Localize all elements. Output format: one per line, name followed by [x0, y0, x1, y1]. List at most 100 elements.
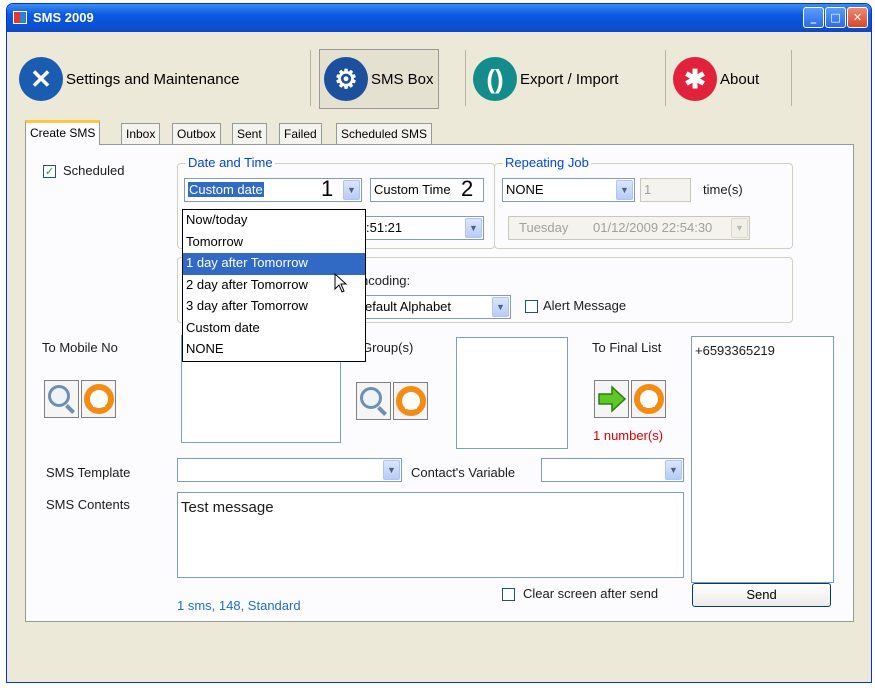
chevron-down-icon[interactable]: ▼ — [383, 460, 400, 480]
about-label: About — [720, 70, 760, 88]
search-icon — [359, 387, 382, 409]
settings-maintenance-button[interactable]: ✕ Settings and Maintenance — [19, 49, 239, 109]
send-button[interactable]: Send — [692, 583, 831, 607]
refresh-icon — [83, 384, 114, 414]
sms-contents-textarea[interactable]: Test message — [177, 492, 684, 578]
to-mobile-label: To Mobile No — [42, 340, 118, 355]
repeat-datetime-picker[interactable]: Tuesday 01/12/2009 22:54:30 ▼ — [508, 216, 750, 240]
main-toolbar: ✕ Settings and Maintenance ⚙ SMS Box () … — [7, 32, 871, 116]
to-final-list-label: To Final List — [592, 340, 662, 355]
scheduled-label: Scheduled — [63, 163, 125, 178]
gear-icon: ⚙ — [324, 57, 368, 101]
contacts-variable-label: Contact's Variable — [411, 465, 516, 480]
time-clock-select[interactable]: :51:21 ▼ — [361, 216, 484, 240]
sms-box-label: SMS Box — [371, 70, 434, 88]
close-button[interactable]: ✕ — [847, 7, 868, 28]
date-option-highlighted[interactable]: 1 day after Tomorrow — [183, 253, 365, 275]
clear-screen-label: Clear screen after send — [523, 586, 659, 601]
refresh-group-button[interactable] — [393, 382, 428, 420]
export-import-button[interactable]: () Export / Import — [473, 49, 618, 109]
scheduled-checkbox[interactable]: ✓ — [43, 165, 56, 178]
chevron-down-icon[interactable]: ▼ — [731, 218, 748, 238]
clear-screen-checkbox[interactable] — [502, 588, 515, 601]
alert-message-checkbox[interactable] — [525, 300, 538, 313]
search-group-button[interactable] — [356, 382, 391, 420]
title-bar: SMS 2009 _ □ ✕ — [7, 4, 871, 32]
time-select-value: Custom Time — [374, 182, 451, 197]
encoding-select-value: efault Alphabet — [365, 299, 452, 314]
window-title: SMS 2009 — [33, 10, 94, 25]
repeat-count-value: 1 — [644, 182, 652, 197]
chevron-down-icon[interactable]: ▼ — [492, 297, 509, 317]
sms-template-label: SMS Template — [46, 465, 131, 480]
chevron-down-icon[interactable]: ▼ — [343, 180, 360, 200]
contacts-variable-select[interactable]: ▼ — [541, 458, 684, 482]
repeat-datetime-value: 01/12/2009 22:54:30 — [593, 220, 713, 235]
tab-inbox[interactable]: Inbox — [121, 123, 161, 144]
tools-icon: ✕ — [19, 57, 63, 101]
export-import-label: Export / Import — [520, 70, 619, 88]
date-option[interactable]: 3 day after Tomorrow — [183, 296, 365, 318]
tab-failed[interactable]: Failed — [279, 123, 322, 144]
create-sms-panel: ✓ Scheduled Date and Time Custom date 1 … — [25, 144, 854, 622]
date-select[interactable]: Custom date 1 ▼ — [184, 176, 362, 202]
search-icon — [47, 385, 70, 407]
date-option[interactable]: NONE — [183, 339, 365, 361]
date-option[interactable]: Custom date — [183, 318, 365, 340]
app-icon — [13, 11, 27, 24]
maximize-button[interactable]: □ — [825, 7, 846, 28]
final-count: 1 number(s) — [593, 428, 664, 443]
sms-box-button[interactable]: ⚙ SMS Box — [319, 49, 439, 109]
toolbar-divider — [465, 50, 466, 106]
sms-contents-label: SMS Contents — [46, 497, 130, 512]
add-to-final-button[interactable] — [594, 380, 629, 418]
sms-contents-value: Test message — [181, 499, 274, 516]
search-mobile-button[interactable] — [44, 380, 79, 418]
date-time-group-title: Date and Time — [186, 155, 275, 170]
final-list-item[interactable]: +6593365219 — [695, 343, 775, 358]
minimize-button[interactable]: _ — [803, 7, 824, 28]
encoding-label: ncoding: — [361, 273, 411, 288]
refresh-final-button[interactable] — [631, 380, 666, 418]
refresh-icon — [633, 384, 664, 414]
encoding-select[interactable]: efault Alphabet ▼ — [361, 295, 511, 319]
alert-message-label: Alert Message — [543, 298, 627, 313]
group-list[interactable] — [456, 337, 568, 449]
tab-scheduled-sms[interactable]: Scheduled SMS — [336, 123, 433, 144]
refresh-icon — [395, 386, 426, 416]
toolbar-divider — [665, 50, 666, 106]
repeating-job-group-title: Repeating Job — [503, 155, 591, 170]
repeat-select-value: NONE — [506, 182, 544, 197]
chevron-down-icon[interactable]: ▼ — [665, 460, 682, 480]
sms-template-select[interactable]: ▼ — [177, 458, 402, 482]
toolbar-divider — [791, 50, 792, 106]
about-icon: ✱ — [673, 57, 717, 101]
repeat-day-value: Tuesday — [519, 220, 569, 235]
arrow-right-icon — [597, 385, 626, 413]
sync-icon: () — [473, 57, 517, 101]
date-select-value: Custom date — [188, 182, 264, 197]
tab-create-sms[interactable]: Create SMS — [25, 120, 101, 145]
tab-sent[interactable]: Sent — [232, 123, 267, 144]
tab-outbox[interactable]: Outbox — [172, 123, 221, 144]
repeat-select[interactable]: NONE ▼ — [502, 178, 635, 202]
repeat-unit-label: time(s) — [703, 182, 743, 197]
date-marker: 1 — [321, 176, 334, 201]
time-marker: 2 — [461, 176, 474, 201]
time-select[interactable]: Custom Time 2 — [370, 176, 484, 202]
status-text: 1 sms, 148, Standard — [177, 598, 301, 613]
time-clock-value: :51:21 — [366, 220, 403, 235]
refresh-mobile-button[interactable] — [81, 380, 116, 418]
app-window: SMS 2009 _ □ ✕ ✕ Settings and Maintenanc… — [6, 3, 872, 683]
about-button[interactable]: ✱ About — [673, 49, 759, 109]
mouse-cursor-icon — [334, 273, 348, 293]
chevron-down-icon[interactable]: ▼ — [465, 218, 482, 238]
repeat-count-input[interactable]: 1 — [640, 178, 691, 202]
chevron-down-icon[interactable]: ▼ — [616, 180, 633, 200]
final-list[interactable]: +6593365219 — [691, 336, 834, 583]
to-group-label: Group(s) — [362, 340, 414, 355]
toolbar-divider — [310, 50, 311, 106]
date-option[interactable]: Tomorrow — [183, 232, 365, 254]
date-option[interactable]: Now/today — [183, 210, 365, 232]
settings-maintenance-label: Settings and Maintenance — [66, 70, 240, 88]
